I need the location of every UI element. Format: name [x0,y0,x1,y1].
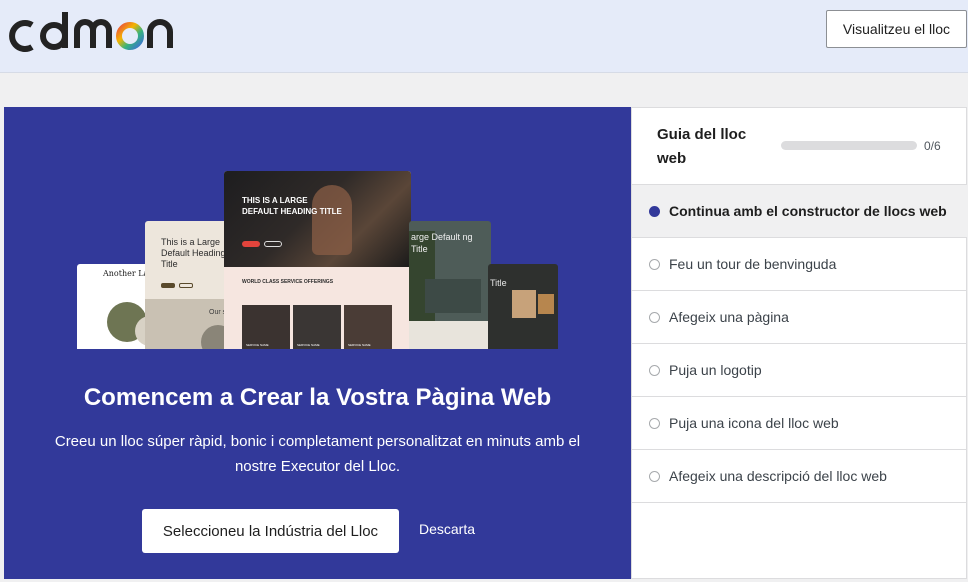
guide-step-continue-builder[interactable]: Continua amb el constructor de llocs web [632,185,967,238]
guide-step-label: Feu un tour de benvinguda [669,256,837,272]
preview-b-heading: This is a Large Default Heading Title [161,237,226,269]
step-status-dot-icon [649,470,660,482]
preview-e-photo-2 [538,294,554,314]
site-guide-title: Guia del lloc web [657,126,747,167]
guide-step-label: Continua amb el constructor de llocs web [669,203,947,219]
preview-c-card-label-2: SERVICE NAME [297,343,320,347]
guide-step-upload-logo[interactable]: Puja un logotip [632,344,967,397]
guide-step-label: Puja un logotip [669,362,762,378]
view-site-button[interactable]: Visualitzeu el lloc [826,10,967,48]
preview-c-section: WORLD CLASS SERVICE OFFERINGS [242,279,334,285]
preview-e-photo [512,290,536,318]
progress-bar [781,141,917,150]
cdmon-logo-icon [9,12,173,52]
preview-e-heading: Title [490,278,507,288]
progress-count: 0/6 [924,139,941,153]
step-status-dot-icon [649,417,660,429]
guide-step-label: Afegeix una descripció del lloc web [669,468,887,484]
preview-d-heading: arge Default ng Title [411,232,473,254]
preview-b-btn [161,283,175,288]
dismiss-link[interactable]: Descarta [419,521,475,537]
guide-step-welcome-tour[interactable]: Feu un tour de benvinguda [632,238,967,291]
preview-c-card-label-3: SERVICE NAME [348,343,371,347]
preview-d-panel [425,279,481,313]
hero-panel: Another La Headi This is a Large Default… [4,107,631,579]
hero-description: Creeu un lloc súper ràpid, bonic i compl… [54,433,581,475]
preview-d-footer [409,321,491,349]
step-status-dot-icon [649,364,660,376]
step-status-dot-icon [649,205,660,217]
preview-c-btn-outline [264,241,282,247]
select-industry-button[interactable]: Seleccioneu la Indústria del Lloc [142,509,399,553]
preview-c-card-label-1: SERVICE NAME [246,343,269,347]
guide-step-add-page[interactable]: Afegeix una pàgina [632,291,967,344]
guide-step-add-description[interactable]: Afegeix una descripció del lloc web [632,450,967,503]
guide-step-upload-site-icon[interactable]: Puja una icona del lloc web [632,397,967,450]
step-status-dot-icon [649,258,660,270]
hero-title: Comencem a Crear la Vostra Pàgina Web [83,384,552,411]
site-guide-panel: Guia del lloc web 0/6 Continua amb el co… [631,107,967,579]
preview-b-btn-outline [179,283,193,288]
preview-c-btn [242,241,260,247]
template-preview-d: arge Default ng Title [409,221,491,349]
guide-step-label: Puja una icona del lloc web [669,415,839,431]
step-status-dot-icon [649,311,660,323]
preview-c-heading: THIS IS A LARGE DEFAULT HEADING TITLE [242,196,342,216]
template-preview-e: Title [488,264,558,349]
top-bar: Visualitzeu el lloc [0,0,968,73]
template-preview-c: THIS IS A LARGE DEFAULT HEADING TITLE WO… [224,171,411,349]
cdmon-logo[interactable] [2,8,187,58]
guide-step-label: Afegeix una pàgina [669,309,789,325]
site-guide-header: Guia del lloc web 0/6 [632,108,967,185]
